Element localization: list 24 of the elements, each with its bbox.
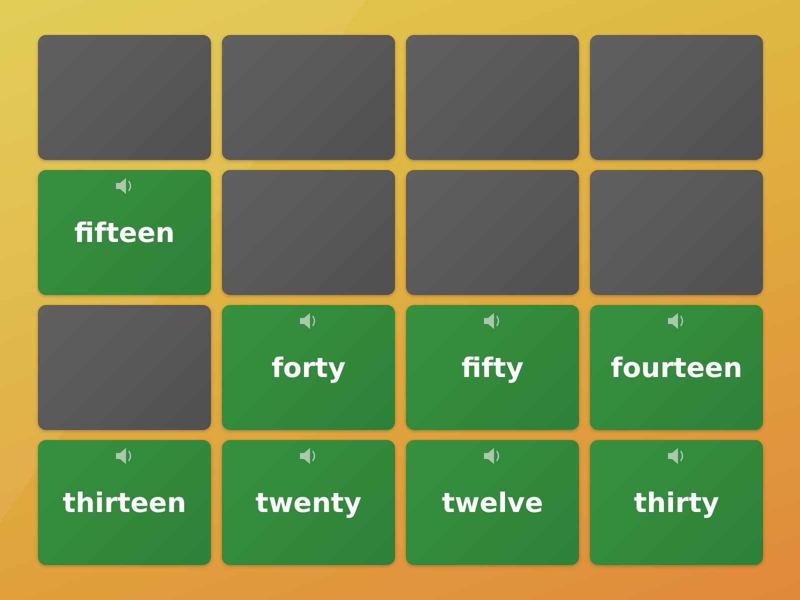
card-back[interactable] (222, 170, 395, 295)
word-card[interactable]: forty (222, 305, 395, 430)
card-back[interactable] (406, 170, 579, 295)
speaker-icon[interactable] (668, 448, 686, 464)
card-back[interactable] (38, 305, 211, 430)
word-card[interactable]: thirteen (38, 440, 211, 565)
card-back[interactable] (222, 35, 395, 160)
word-card[interactable]: thirty (590, 440, 763, 565)
speaker-icon[interactable] (300, 313, 318, 329)
card-back[interactable] (406, 35, 579, 160)
card-back[interactable] (38, 35, 211, 160)
word-card[interactable]: twenty (222, 440, 395, 565)
word-card[interactable]: fourteen (590, 305, 763, 430)
word-card[interactable]: twelve (406, 440, 579, 565)
word-card[interactable]: fifteen (38, 170, 211, 295)
speaker-icon[interactable] (300, 448, 318, 464)
speaker-icon[interactable] (484, 313, 502, 329)
card-back[interactable] (590, 35, 763, 160)
speaker-icon[interactable] (116, 178, 134, 194)
card-back[interactable] (590, 170, 763, 295)
speaker-icon[interactable] (484, 448, 502, 464)
speaker-icon[interactable] (116, 448, 134, 464)
speaker-icon[interactable] (668, 313, 686, 329)
word-card[interactable]: fifty (406, 305, 579, 430)
